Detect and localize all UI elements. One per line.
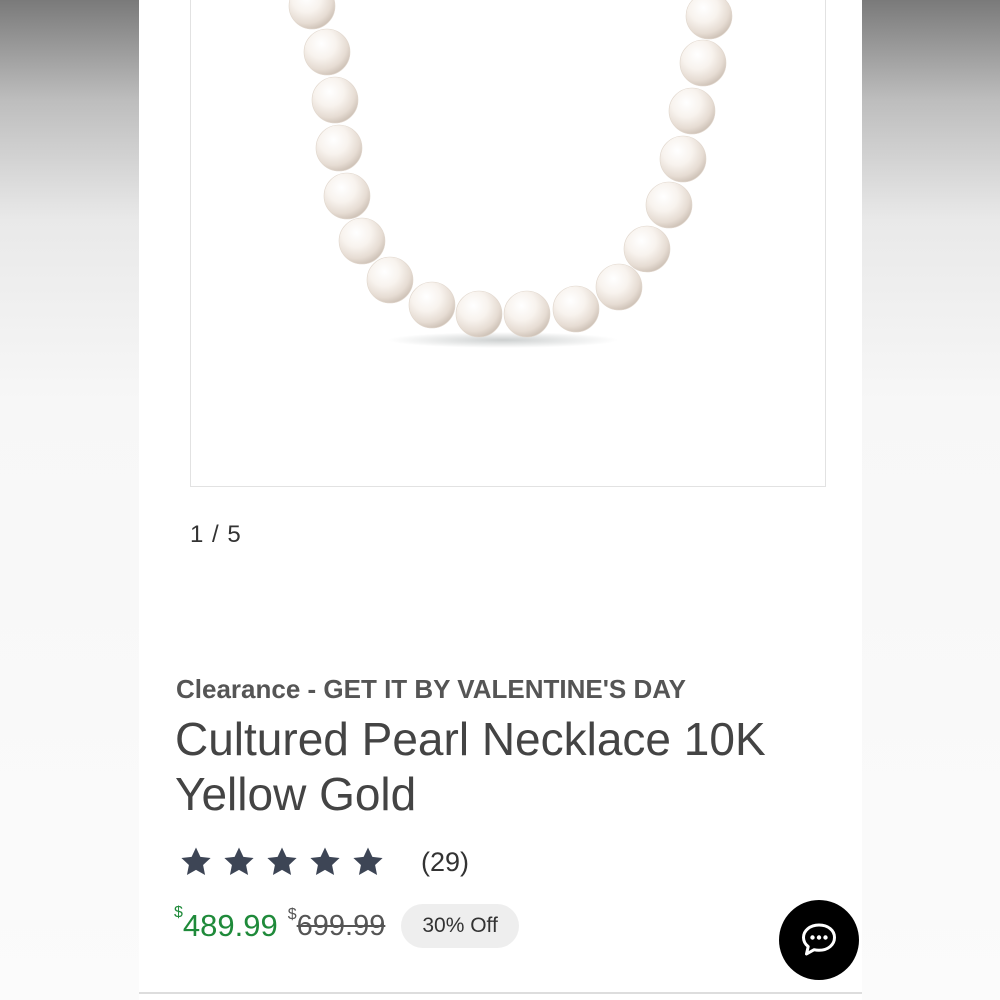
sale-currency-symbol: $ xyxy=(174,904,183,921)
pearl-bead xyxy=(659,135,707,183)
original-currency-symbol: $ xyxy=(287,905,297,923)
review-count-link[interactable]: (29) xyxy=(421,847,469,878)
product-promo-label: Clearance - GET IT BY VALENTINE'S DAY xyxy=(176,674,686,704)
sale-price: $489.99 xyxy=(174,904,278,944)
pearl-bead xyxy=(366,256,414,304)
original-price: $699.99 xyxy=(288,906,386,943)
chat-bubble-icon xyxy=(802,923,836,956)
pearl-bead xyxy=(338,217,386,265)
original-price-amount: 699.99 xyxy=(296,909,386,942)
product-page: 1 / 5 Clearance - GET IT BY VALENTINE'S … xyxy=(139,0,862,1000)
pearl-necklace-image xyxy=(288,0,733,348)
star-icon xyxy=(181,847,211,876)
pearl-bead xyxy=(303,28,351,76)
star-icon xyxy=(353,847,383,876)
product-image-carousel[interactable] xyxy=(190,0,826,487)
pearl-bead xyxy=(455,290,503,338)
star-icon xyxy=(224,847,254,876)
pearl-bead xyxy=(645,181,693,229)
pearl-bead xyxy=(685,0,733,40)
chat-button[interactable] xyxy=(779,900,859,980)
product-title: Cultured Pearl Necklace 10K Yellow Gold xyxy=(175,713,766,820)
star-icon xyxy=(310,847,340,876)
sale-price-amount: 489.99 xyxy=(182,908,278,943)
divider xyxy=(139,992,862,994)
star-rating xyxy=(179,845,385,879)
pearl-bead xyxy=(323,172,371,220)
pearl-bead xyxy=(503,290,551,338)
pearl-bead xyxy=(288,0,336,30)
pearl-bead xyxy=(315,124,363,172)
pearl-bead xyxy=(595,263,643,311)
pearl-bead xyxy=(311,76,359,124)
pearl-bead xyxy=(679,39,727,87)
pearl-bead xyxy=(552,285,600,333)
image-pager-indicator: 1 / 5 xyxy=(190,521,242,548)
pearl-bead xyxy=(623,225,671,273)
product-rating[interactable]: (29) xyxy=(179,845,469,879)
pearl-bead xyxy=(408,281,456,329)
star-icon xyxy=(267,847,297,876)
price-row: $489.99 $699.99 30% Off xyxy=(174,904,519,948)
pearl-bead xyxy=(668,87,716,135)
discount-badge: 30% Off xyxy=(401,904,519,948)
